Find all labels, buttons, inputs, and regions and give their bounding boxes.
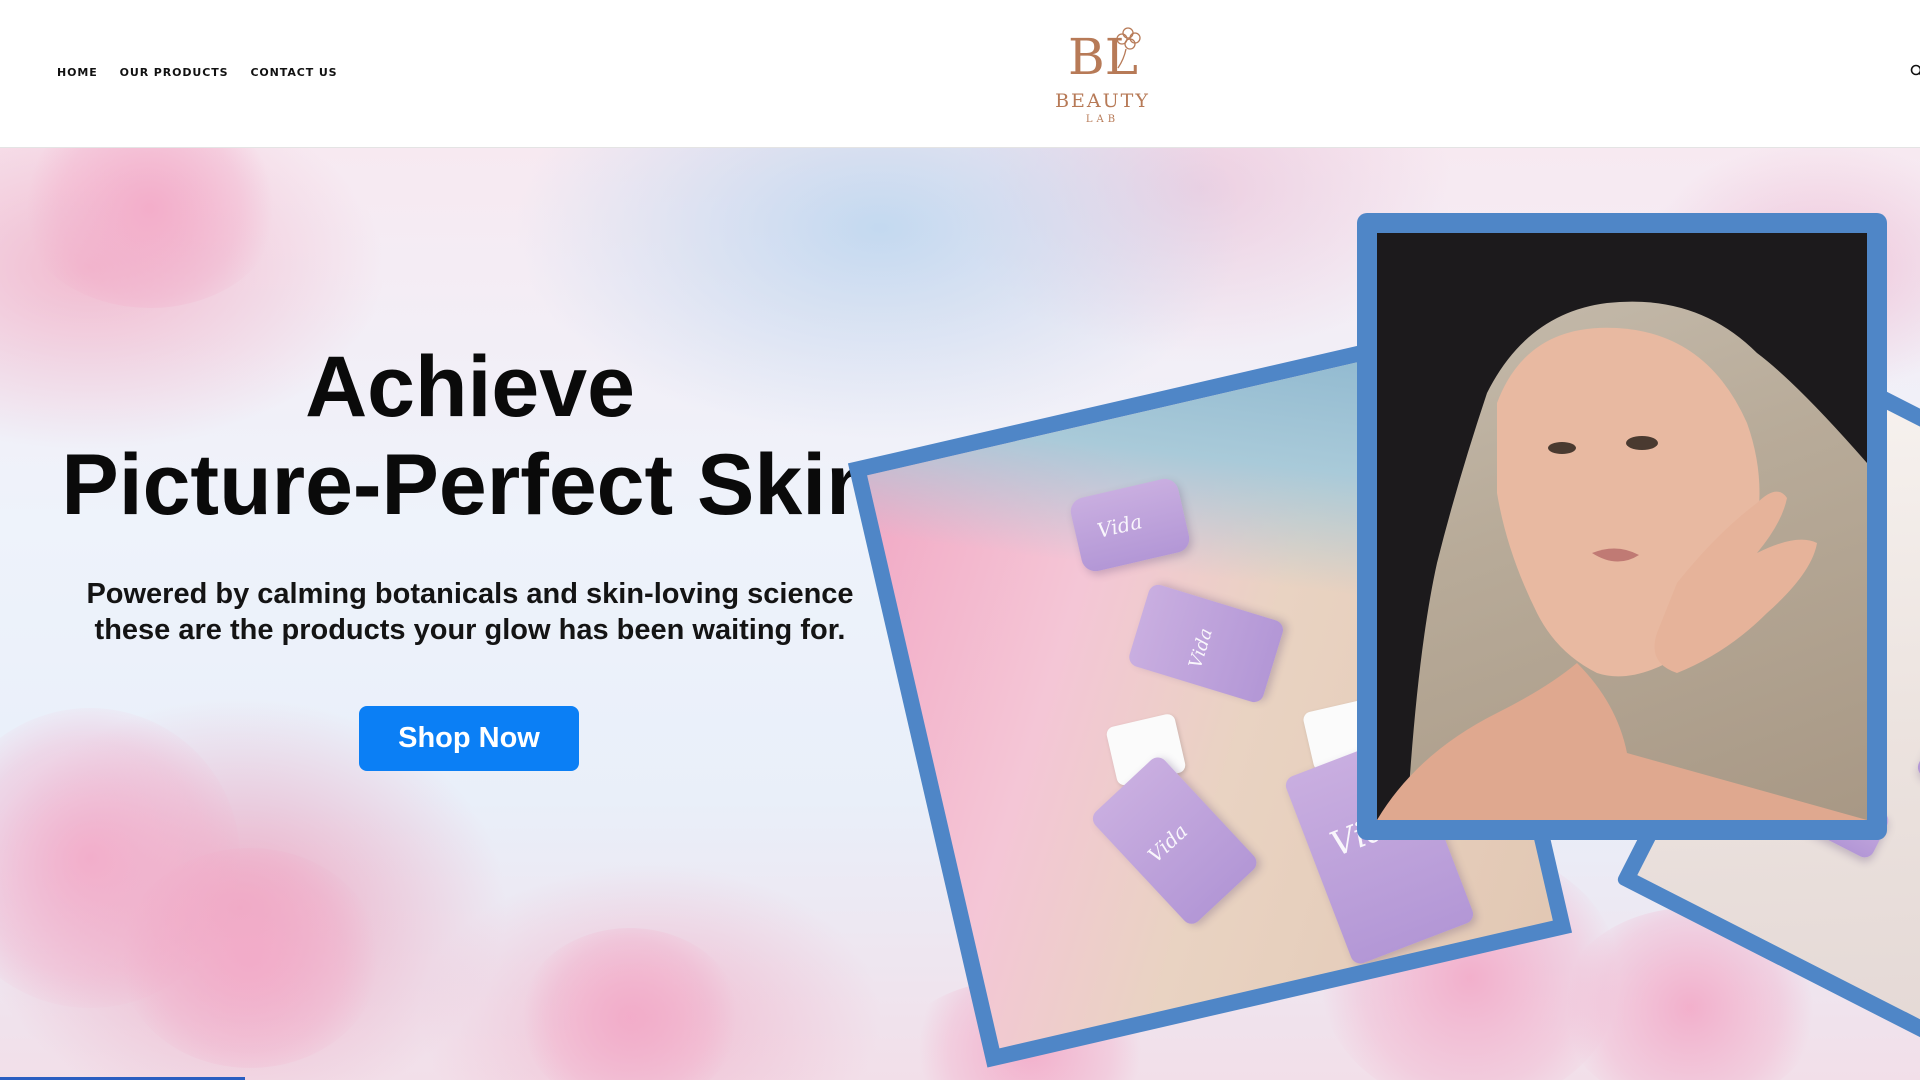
logo-monogram: BL	[1068, 27, 1141, 84]
product-label: Vida	[1184, 625, 1217, 671]
blossom-decoration	[120, 848, 380, 1068]
search-icon[interactable]	[1910, 64, 1920, 78]
logo-wordmark: BEAUTY	[1055, 90, 1150, 112]
product-label: Vida	[1094, 509, 1145, 543]
product-label: Vida	[1142, 818, 1193, 868]
blossom-decoration	[20, 148, 280, 308]
hero-subtitle-line-1: Powered by calming botanicals and skin-l…	[86, 578, 854, 610]
product-toner-small-image: Vida	[1088, 753, 1261, 928]
shop-now-button[interactable]: Shop Now	[359, 706, 579, 771]
photo-frame-model	[1357, 213, 1887, 840]
logo-subtext: LAB	[1085, 114, 1120, 125]
blossom-decoration	[520, 928, 740, 1080]
page: HOME OUR PRODUCTS CONTACT US BL BEAUTY L…	[0, 0, 1920, 1080]
photo-model	[1377, 233, 1867, 820]
hero-subtitle-line-2: these are the products your glow has bee…	[94, 614, 846, 646]
hero-title-line-2: Picture-Perfect Skin	[61, 437, 879, 533]
nav-our-products-link[interactable]: OUR PRODUCTS	[120, 66, 229, 79]
hero-title: Achieve Picture-Perfect Skin	[0, 338, 940, 534]
main-nav: HOME OUR PRODUCTS CONTACT US	[57, 66, 338, 79]
product-bottle-image	[1914, 655, 1920, 799]
hero-title-line-1: Achieve	[305, 339, 635, 435]
nav-contact-us-link[interactable]: CONTACT US	[250, 66, 337, 79]
product-serum-image: Vida	[1126, 582, 1286, 705]
nav-home-link[interactable]: HOME	[57, 66, 98, 79]
model-portrait-illustration	[1377, 233, 1867, 820]
logo-monogram-text: BL	[1068, 28, 1138, 84]
hero-banner: Achieve Picture-Perfect Skin Powered by …	[0, 148, 1920, 1080]
product-jar-image: Vida	[1068, 476, 1193, 574]
hero-subtitle: Powered by calming botanicals and skin-l…	[0, 576, 940, 648]
site-header: HOME OUR PRODUCTS CONTACT US BL BEAUTY L…	[0, 0, 1920, 148]
brand-logo[interactable]: BL BEAUTY LAB	[1040, 18, 1170, 128]
